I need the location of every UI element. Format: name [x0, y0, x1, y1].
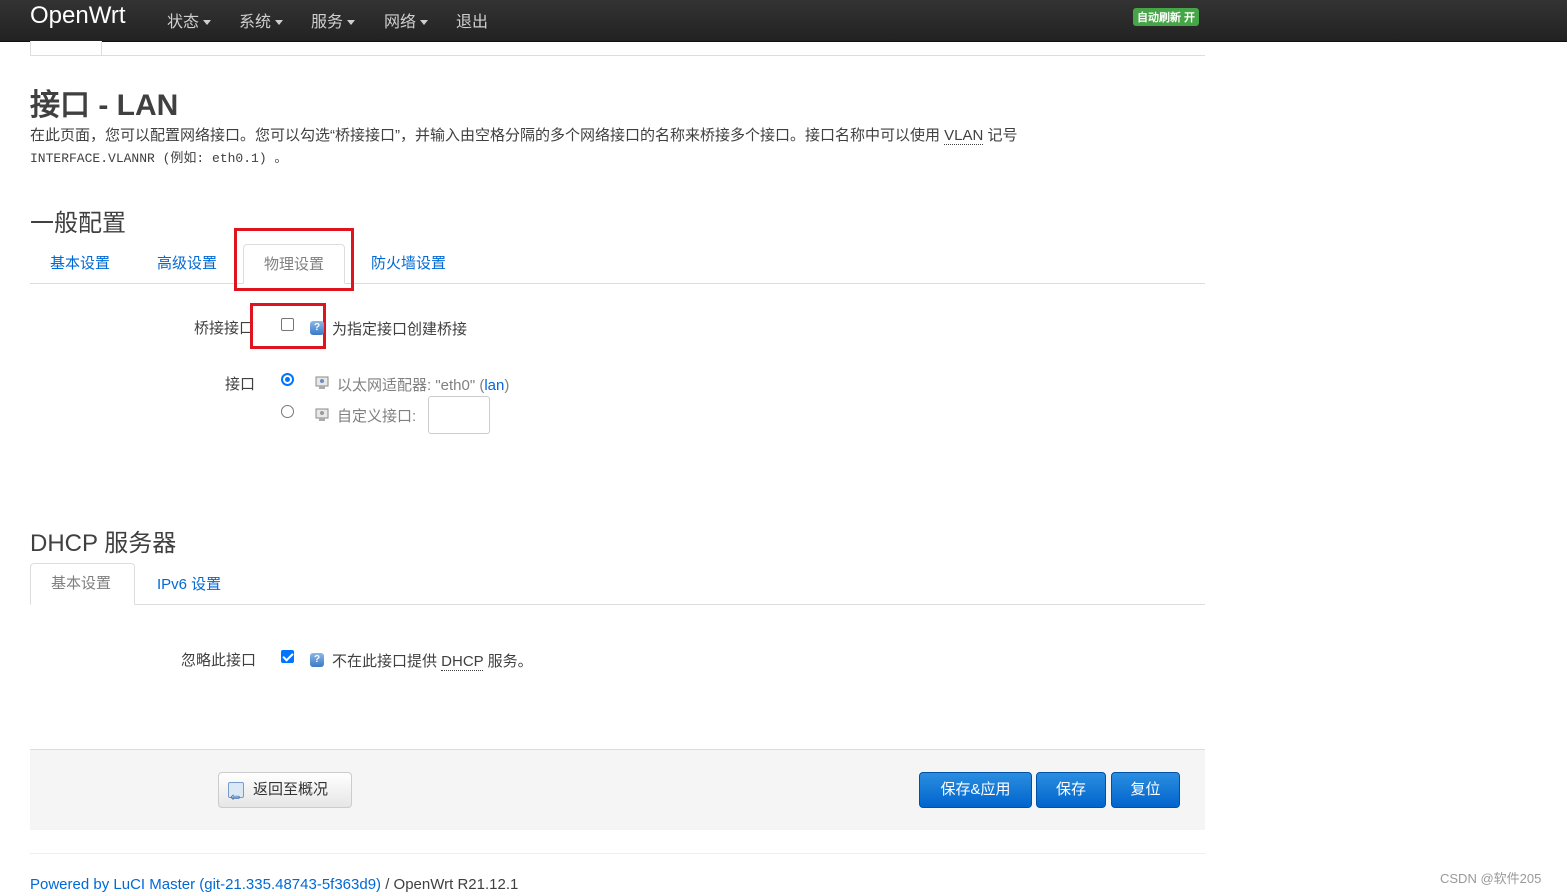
menu-network[interactable]: 网络: [384, 8, 429, 32]
footer-rule: [30, 853, 1205, 854]
footer: Powered by LuCI Master (git-21.335.48743…: [30, 876, 519, 893]
page-title: 接口 - LAN: [30, 89, 179, 122]
interface-radio-eth0[interactable]: [281, 373, 294, 386]
save-apply-button[interactable]: 保存&应用: [919, 772, 1032, 808]
chevron-down-icon: [420, 20, 429, 26]
help-icon: ?: [310, 321, 324, 335]
tab-dhcp-basic[interactable]: 基本设置: [30, 563, 135, 605]
general-tabs: 基本设置 高级设置 物理设置 防火墙设置: [30, 243, 1205, 284]
chevron-down-icon: [275, 20, 284, 26]
interface-option-eth0: 以太网适配器: "eth0" (lan): [337, 377, 510, 394]
custom-interface-input[interactable]: [428, 396, 490, 434]
luci-link[interactable]: Powered by LuCI Master (git-21.335.48743…: [30, 876, 381, 893]
custom-interface-icon: [315, 408, 329, 421]
top-tab-stub: [30, 41, 102, 55]
ignore-label: 忽略此接口: [180, 652, 256, 669]
tab-basic[interactable]: 基本设置: [30, 244, 130, 284]
interface-radio-custom[interactable]: [281, 405, 294, 418]
watermark: CSDN @软件205: [1440, 871, 1542, 886]
bridge-help: 为指定接口创建桥接: [332, 321, 468, 338]
top-navbar: OpenWrt 状态 系统 服务 网络 退出 自动刷新 开: [0, 0, 1567, 42]
brand-logo[interactable]: OpenWrt: [30, 2, 126, 30]
interface-label: 接口: [224, 376, 255, 393]
dhcp-heading: DHCP 服务器: [30, 530, 177, 557]
auto-refresh-badge[interactable]: 自动刷新 开: [1133, 8, 1200, 26]
back-arrow-icon: [228, 780, 244, 814]
lan-link[interactable]: lan: [484, 377, 504, 394]
dhcp-tabs: 基本设置 IPv6 设置: [30, 563, 1205, 605]
page-description: 在此页面，您可以配置网络接口。您可以勾选“桥接接口”，并输入由空格分隔的多个网络…: [30, 127, 1018, 166]
ethernet-adapter-icon: [315, 376, 329, 389]
menu-logout[interactable]: 退出: [456, 8, 488, 32]
back-to-overview-button[interactable]: 返回至概况: [218, 772, 352, 814]
vlan-example: INTERFACE.VLANNR (例如: eth0.1) 。: [30, 151, 288, 166]
top-tab-rule: [30, 55, 1205, 56]
menu-status[interactable]: 状态: [167, 8, 212, 32]
tab-dhcp-ipv6[interactable]: IPv6 设置: [137, 565, 241, 605]
tab-advanced[interactable]: 高级设置: [137, 244, 237, 284]
chevron-down-icon: [347, 20, 356, 26]
menu-system[interactable]: 系统: [239, 8, 284, 32]
reset-button[interactable]: 复位: [1111, 772, 1180, 808]
dhcp-abbr: DHCP: [441, 653, 484, 671]
tab-firewall[interactable]: 防火墙设置: [351, 244, 466, 284]
bridge-label: 桥接接口: [193, 320, 254, 337]
ignore-help: 不在此接口提供 DHCP 服务。: [332, 653, 533, 671]
general-heading: 一般配置: [30, 210, 126, 237]
chevron-down-icon: [203, 20, 212, 26]
highlight-box-tab: [234, 228, 354, 291]
interface-option-custom: 自定义接口:: [337, 408, 417, 425]
ignore-checkbox[interactable]: [281, 650, 294, 663]
vlan-abbr: VLAN: [944, 127, 984, 145]
menu-services[interactable]: 服务: [311, 8, 356, 32]
action-bar: 返回至概况 保存&应用 保存 复位: [30, 749, 1205, 830]
help-icon: ?: [310, 653, 324, 667]
save-button[interactable]: 保存: [1036, 772, 1106, 808]
